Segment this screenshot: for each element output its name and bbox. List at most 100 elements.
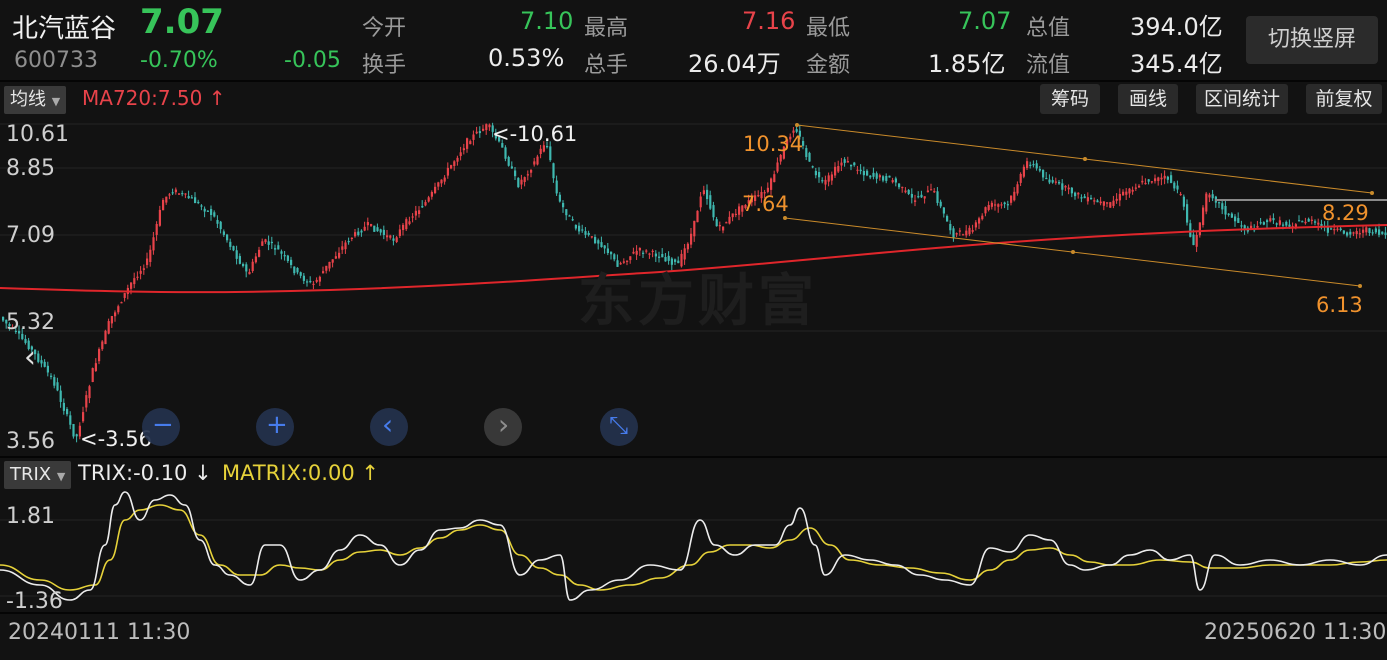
candle-body bbox=[437, 182, 440, 187]
candle-body bbox=[1070, 187, 1073, 194]
candle-body bbox=[446, 167, 449, 176]
candle-body bbox=[1115, 198, 1118, 201]
candle-body bbox=[139, 270, 142, 274]
candle-body bbox=[1237, 218, 1240, 223]
candle-body bbox=[1150, 181, 1153, 183]
channel-point bbox=[1083, 157, 1087, 161]
candle-body bbox=[267, 241, 270, 245]
candle-body bbox=[597, 240, 600, 244]
candle-body bbox=[1138, 185, 1141, 188]
candle-body bbox=[82, 412, 85, 422]
candle-body bbox=[242, 263, 245, 267]
candle-body bbox=[1307, 218, 1310, 222]
candle-body bbox=[1371, 232, 1374, 234]
candle-body bbox=[210, 209, 213, 215]
candle-body bbox=[1013, 191, 1016, 201]
candle-body bbox=[462, 148, 465, 151]
candle-body bbox=[376, 227, 379, 232]
candle-body bbox=[533, 161, 536, 165]
candle-body bbox=[328, 261, 331, 269]
candle-body bbox=[693, 220, 696, 237]
candle-body bbox=[190, 197, 193, 199]
candle-body bbox=[955, 233, 958, 235]
candle-body bbox=[706, 189, 709, 200]
candle-body bbox=[1109, 202, 1112, 208]
candle-body bbox=[1106, 202, 1109, 204]
candle-body bbox=[1317, 222, 1320, 225]
candle-body bbox=[987, 205, 990, 210]
candle-body bbox=[894, 178, 897, 183]
candle-body bbox=[1342, 230, 1345, 234]
candle-body bbox=[379, 229, 382, 233]
reset-zoom-button[interactable]: ⤡ bbox=[600, 408, 638, 446]
sub-indicator-select[interactable]: TRIX ▼ bbox=[4, 461, 72, 489]
candle-body bbox=[952, 228, 955, 238]
candle-body bbox=[962, 234, 965, 236]
pan-left-button[interactable]: ‹ bbox=[370, 408, 408, 446]
candle-body bbox=[1202, 207, 1205, 225]
candle-body bbox=[488, 124, 491, 128]
candle-body bbox=[1358, 233, 1361, 235]
candle-body bbox=[1336, 228, 1339, 230]
candle-body bbox=[1096, 200, 1099, 203]
candle-body bbox=[718, 225, 721, 227]
candle-body bbox=[866, 170, 869, 176]
candle-body bbox=[290, 259, 293, 266]
candle-body bbox=[136, 276, 139, 278]
pan-left-icon: ‹ bbox=[382, 408, 394, 441]
candle-body bbox=[1278, 220, 1281, 225]
candle-body bbox=[709, 195, 712, 209]
sub-y-tick-high: 1.81 bbox=[6, 504, 55, 529]
candle-body bbox=[155, 224, 158, 235]
channel-point bbox=[783, 216, 787, 220]
y-tick-low: 5.32 bbox=[6, 310, 55, 335]
candle-body bbox=[603, 245, 606, 249]
candle-body bbox=[427, 197, 430, 202]
candle-body bbox=[776, 162, 779, 172]
candle-body bbox=[1099, 201, 1102, 204]
candle-body bbox=[91, 368, 94, 383]
trix-trend-down-icon: ↓ bbox=[194, 461, 212, 485]
candle-body bbox=[1205, 193, 1208, 212]
candle-body bbox=[1189, 223, 1192, 237]
candle-body bbox=[402, 224, 405, 230]
candle-body bbox=[805, 148, 808, 157]
candle-body bbox=[635, 250, 638, 255]
candle-body bbox=[322, 271, 325, 274]
zoom-in-button[interactable]: + bbox=[256, 408, 294, 446]
candle-body bbox=[1163, 175, 1166, 179]
candle-body bbox=[296, 267, 299, 273]
candle-body bbox=[1211, 194, 1214, 199]
candle-body bbox=[306, 281, 309, 283]
candle-body bbox=[990, 202, 993, 207]
candle-body bbox=[1218, 202, 1221, 204]
candle-body bbox=[66, 409, 69, 415]
candle-body bbox=[507, 157, 510, 166]
candle-body bbox=[1038, 168, 1041, 171]
candle-body bbox=[62, 402, 65, 411]
candle-body bbox=[965, 230, 968, 236]
zoom-out-button[interactable]: − bbox=[142, 408, 180, 446]
candle-body bbox=[309, 280, 312, 283]
candle-body bbox=[1077, 192, 1080, 195]
matrix-legend-label: MATRIX:0.00 bbox=[222, 461, 355, 485]
candle-body bbox=[1058, 181, 1061, 184]
candle-body bbox=[520, 179, 523, 185]
pan-right-button[interactable]: › bbox=[484, 408, 522, 446]
candle-body bbox=[392, 238, 395, 241]
candle-body bbox=[142, 268, 145, 270]
channel-label-top-start: 10.34 bbox=[743, 132, 804, 156]
candle-body bbox=[1010, 195, 1013, 203]
candle-body bbox=[168, 194, 171, 196]
candle-body bbox=[581, 229, 584, 231]
candle-body bbox=[1006, 204, 1009, 206]
candle-body bbox=[315, 279, 318, 282]
candle-body bbox=[50, 375, 53, 377]
candle-body bbox=[910, 193, 913, 198]
candle-body bbox=[1003, 202, 1006, 205]
candle-body bbox=[216, 219, 219, 224]
candle-body bbox=[354, 232, 357, 237]
chevron-left-icon[interactable]: ‹ bbox=[24, 340, 36, 375]
candle-body bbox=[213, 212, 216, 217]
candle-body bbox=[1384, 232, 1387, 236]
